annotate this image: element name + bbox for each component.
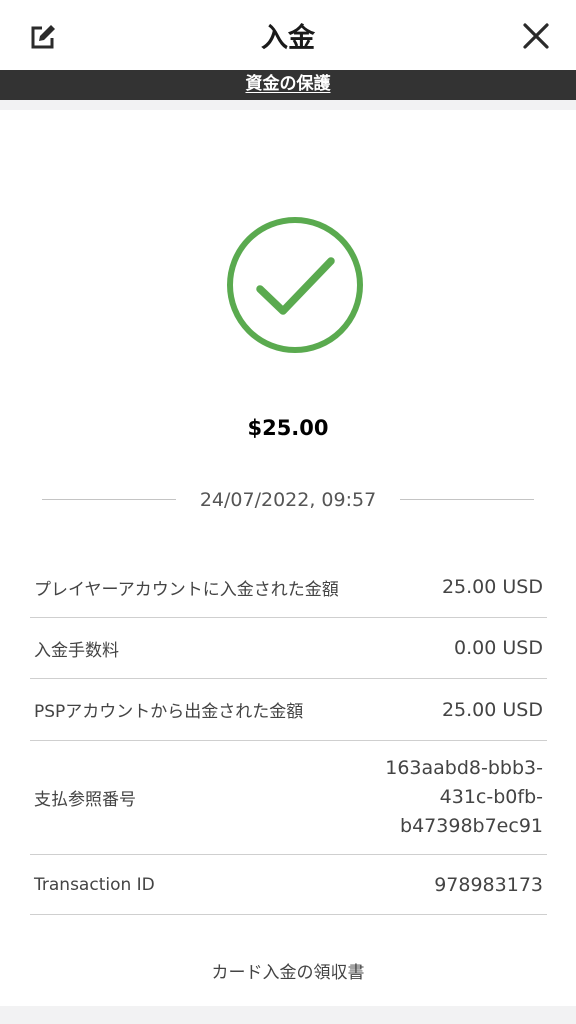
date-divider: 24/07/2022, 09:57	[42, 486, 534, 514]
detail-label: 支払参照番号	[34, 790, 136, 810]
close-icon[interactable]	[522, 22, 550, 50]
detail-row-transaction-id: Transaction ID 978983173	[30, 855, 547, 915]
check-circle-icon	[227, 217, 363, 353]
transaction-details: プレイヤーアカウントに入金された金額 25.00 USD 入金手数料 0.00 …	[30, 557, 547, 915]
transaction-datetime: 24/07/2022, 09:57	[199, 489, 377, 511]
deposit-amount: $25.00	[247, 416, 329, 440]
header-bar: 入金	[0, 0, 576, 70]
bottom-bar	[0, 1006, 576, 1024]
section-divider	[0, 100, 576, 110]
edit-icon[interactable]	[28, 22, 58, 52]
divider-line	[400, 499, 534, 500]
detail-value: 978983173	[434, 873, 543, 896]
fund-protection-link[interactable]: 資金の保護	[246, 70, 331, 98]
detail-value: 163aabd8-bbb3- 431c-b0fb- b47398b7ec91	[385, 757, 543, 837]
detail-label: プレイヤーアカウントに入金された金額	[34, 579, 339, 600]
detail-row-deposit-fee: 入金手数料 0.00 USD	[30, 618, 547, 679]
detail-row-payment-reference: 支払参照番号 163aabd8-bbb3- 431c-b0fb- b47398b…	[30, 741, 547, 855]
detail-label: PSPアカウントから出金された金額	[34, 702, 304, 722]
detail-label: Transaction ID	[34, 874, 155, 895]
page-title: 入金	[261, 23, 315, 54]
detail-row-psp-withdrawn: PSPアカウントから出金された金額 25.00 USD	[30, 679, 547, 741]
detail-row-credited-amount: プレイヤーアカウントに入金された金額 25.00 USD	[30, 557, 547, 618]
detail-value: 0.00 USD	[454, 637, 543, 659]
detail-value: 25.00 USD	[441, 698, 543, 721]
fund-protection-banner: 資金の保護	[0, 70, 576, 100]
detail-label: 入金手数料	[34, 640, 119, 661]
detail-value: 25.00 USD	[441, 576, 543, 598]
card-deposit-receipt-link[interactable]: カード入金の領収書	[0, 958, 576, 983]
